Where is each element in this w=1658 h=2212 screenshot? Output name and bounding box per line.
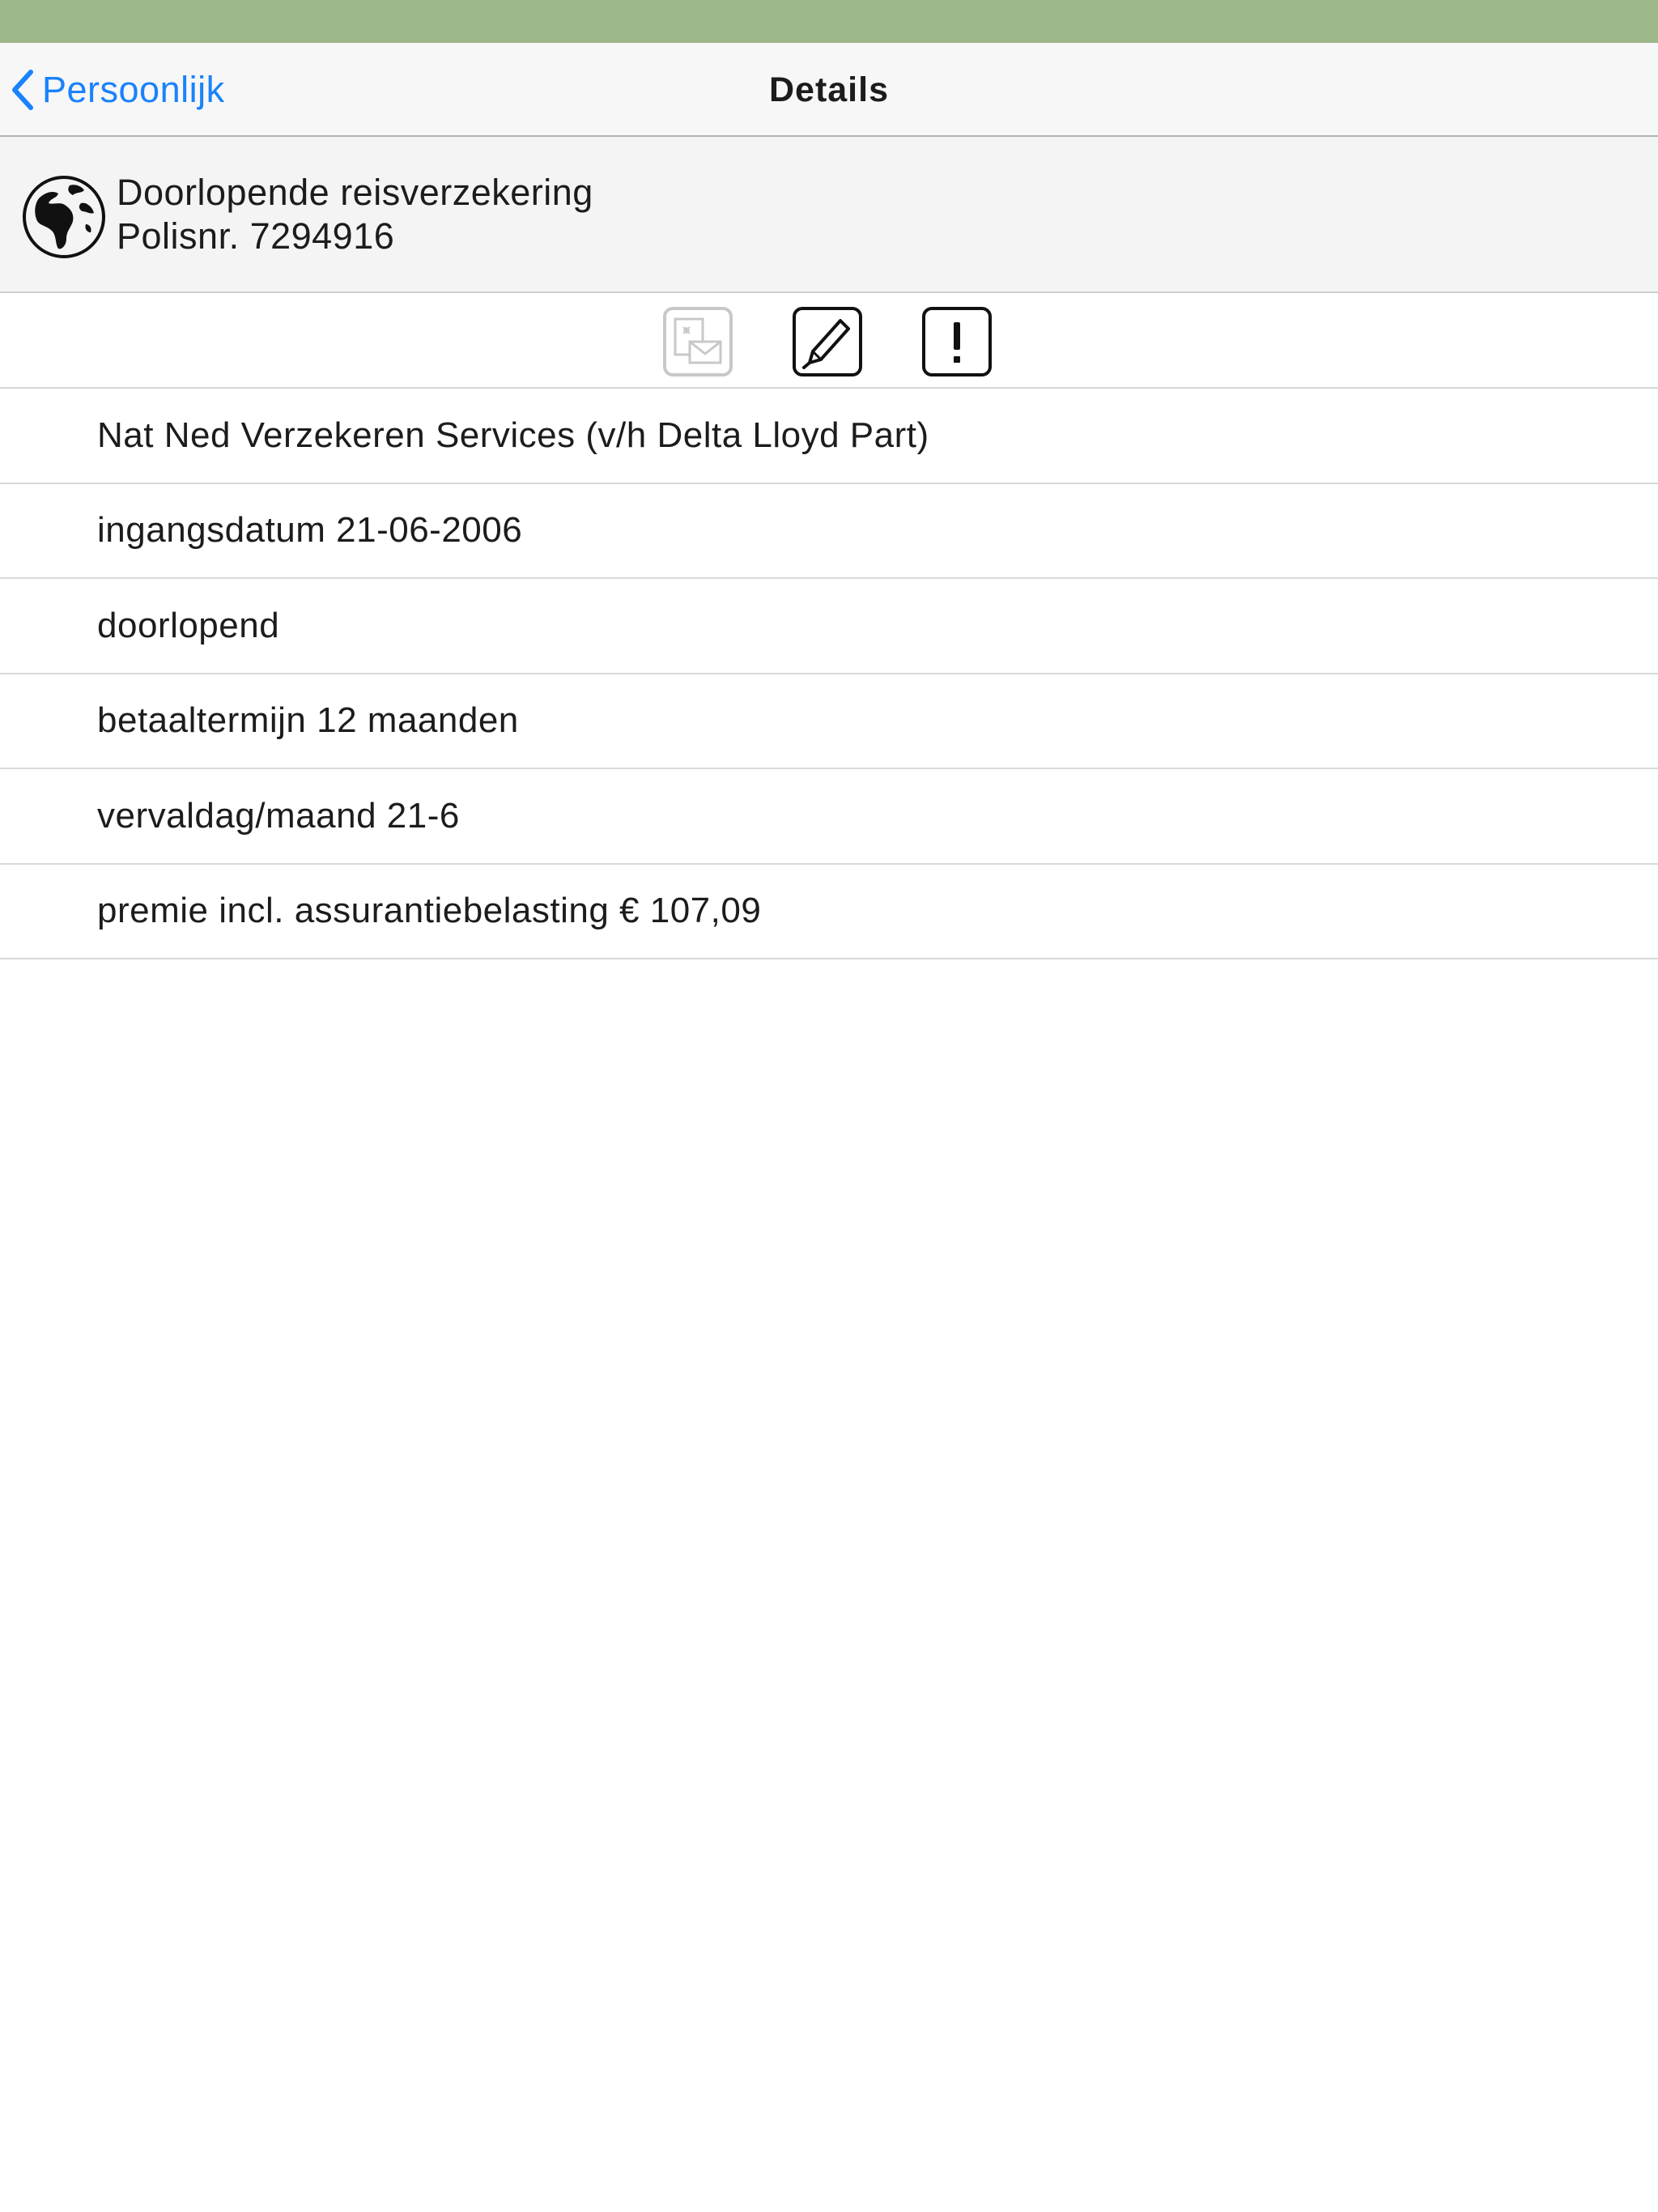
status-bar xyxy=(0,0,1658,43)
action-toolbar xyxy=(0,293,1658,389)
policy-number: Polisnr. 7294916 xyxy=(117,215,395,257)
chevron-left-icon xyxy=(12,70,33,110)
edit-button[interactable] xyxy=(792,306,863,377)
exclamation-icon xyxy=(922,307,992,376)
detail-duration: doorlopend xyxy=(0,579,1658,674)
back-button[interactable]: Persoonlijk xyxy=(6,43,225,137)
mail-document-icon xyxy=(663,307,733,376)
page-title: Details xyxy=(768,70,889,109)
policy-info: Doorlopende reisverzekering Polisnr. 729… xyxy=(117,171,593,258)
detail-premium: premie incl. assurantiebelasting € 107,0… xyxy=(0,865,1658,959)
navigation-bar: Details Persoonlijk xyxy=(0,43,1658,137)
edit-pencil-icon xyxy=(793,307,862,376)
detail-start-date: ingangsdatum 21-06-2006 xyxy=(0,484,1658,579)
report-button[interactable] xyxy=(921,306,993,377)
detail-payment-term: betaaltermijn 12 maanden xyxy=(0,674,1658,769)
policy-name: Doorlopende reisverzekering xyxy=(117,172,593,213)
detail-insurer: Nat Ned Verzekeren Services (v/h Delta L… xyxy=(0,389,1658,484)
detail-due-date: vervaldag/maand 21-6 xyxy=(0,769,1658,865)
back-button-label: Persoonlijk xyxy=(42,69,225,110)
mail-document-button[interactable] xyxy=(662,306,733,377)
policy-details-list: Nat Ned Verzekeren Services (v/h Delta L… xyxy=(0,389,1658,959)
policy-header: Doorlopende reisverzekering Polisnr. 729… xyxy=(0,137,1658,293)
globe-icon xyxy=(23,176,105,258)
